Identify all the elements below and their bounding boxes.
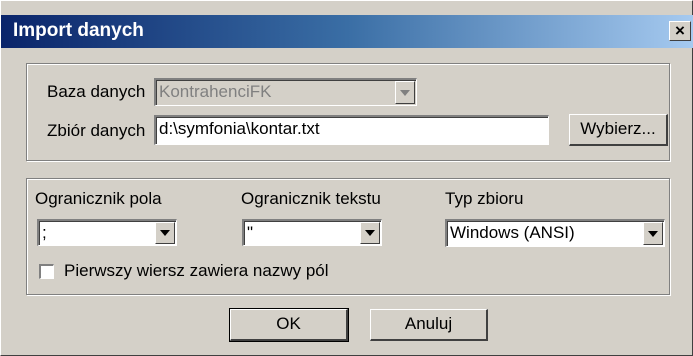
close-button[interactable]: × [669, 21, 691, 41]
close-icon: × [675, 21, 685, 40]
database-select[interactable]: KontrahenciFK [154, 78, 417, 106]
header-row-checkbox[interactable] [39, 264, 54, 279]
import-dialog: Import danych × Baza danych KontrahenciF… [0, 0, 693, 356]
database-dropdown-button[interactable] [395, 81, 415, 104]
chevron-down-icon [648, 230, 658, 237]
chevron-down-icon [160, 230, 170, 236]
header-row-checkbox-label[interactable]: Pierwszy wiersz zawiera nazwy pól [64, 261, 329, 281]
database-label: Baza danych [47, 82, 146, 101]
file-path-value: d:\symfonia\kontar.txt [159, 119, 320, 138]
title-bar[interactable]: Import danych × [1, 15, 693, 48]
cancel-button[interactable]: Anuluj [370, 309, 488, 341]
field-delimiter-label: Ogranicznik pola [35, 189, 162, 208]
file-type-value: Windows (ANSI) [450, 223, 575, 242]
file-type-select[interactable]: Windows (ANSI) [445, 219, 665, 247]
ok-label: OK [276, 314, 301, 333]
field-delimiter-select[interactable]: ; [37, 219, 177, 246]
text-delimiter-value: " [247, 223, 254, 242]
field-delimiter-dropdown-button[interactable] [155, 222, 175, 244]
file-path-input[interactable]: d:\symfonia\kontar.txt [154, 115, 549, 145]
text-delimiter-label: Ogranicznik tekstu [241, 189, 381, 208]
text-delimiter-select[interactable]: " [242, 219, 382, 246]
cancel-label: Anuluj [404, 314, 453, 333]
ok-button[interactable]: OK [229, 308, 349, 342]
dialog-title: Import danych [13, 20, 144, 41]
browse-button[interactable]: Wybierz... [569, 114, 668, 146]
field-delimiter-value: ; [42, 223, 47, 242]
text-delimiter-dropdown-button[interactable] [360, 222, 380, 244]
chevron-down-icon [365, 230, 375, 236]
browse-label: Wybierz... [580, 119, 656, 138]
database-value: KontrahenciFK [159, 82, 272, 101]
file-type-label: Typ zbioru [445, 189, 524, 208]
file-label: Zbiór danych [47, 121, 146, 140]
chevron-down-icon [400, 89, 410, 96]
file-type-dropdown-button[interactable] [643, 222, 663, 245]
